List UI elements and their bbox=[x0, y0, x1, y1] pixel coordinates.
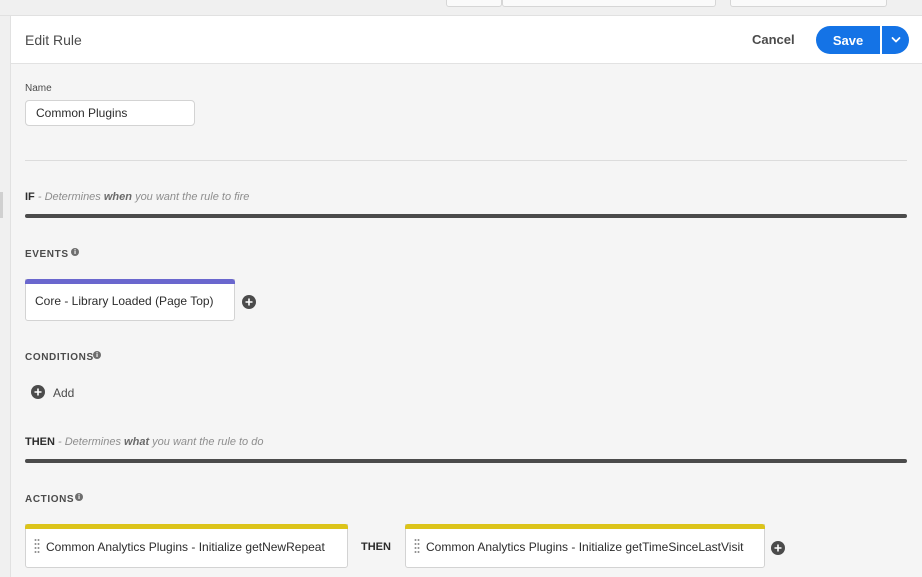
add-condition-button[interactable]: Add bbox=[53, 386, 74, 400]
action-card-1[interactable]: Common Analytics Plugins - Initialize ge… bbox=[25, 524, 348, 568]
if-desc-suffix: you want the rule to fire bbox=[135, 191, 250, 203]
then-desc-suffix: you want the rule to do bbox=[152, 436, 264, 448]
info-icon[interactable]: i bbox=[93, 351, 101, 359]
then-connector: THEN bbox=[361, 541, 391, 553]
top-field-3[interactable] bbox=[730, 0, 887, 7]
action-accent-bar bbox=[405, 524, 765, 529]
if-section-heading: IF - Determines when you want the rule t… bbox=[25, 191, 249, 203]
top-field-2[interactable] bbox=[502, 0, 716, 7]
add-condition-icon[interactable] bbox=[31, 385, 45, 399]
left-rail bbox=[0, 16, 11, 577]
events-heading: EVENTS bbox=[25, 249, 69, 260]
plus-circle-icon bbox=[34, 388, 42, 396]
save-button[interactable]: Save bbox=[816, 26, 880, 54]
name-label: Name bbox=[25, 83, 52, 94]
event-card[interactable]: Core - Library Loaded (Page Top) bbox=[25, 279, 235, 321]
if-keyword: IF bbox=[25, 191, 35, 203]
chevron-down-icon bbox=[891, 37, 900, 43]
divider bbox=[25, 160, 907, 161]
then-keyword: THEN bbox=[25, 436, 55, 448]
if-desc-prefix: - Determines bbox=[37, 191, 101, 203]
edit-rule-header: Edit Rule Cancel Save bbox=[11, 16, 922, 64]
cancel-button[interactable]: Cancel bbox=[752, 32, 795, 47]
page-title: Edit Rule bbox=[25, 32, 82, 48]
left-rail-marker bbox=[0, 192, 3, 218]
then-divider bbox=[25, 459, 907, 463]
plus-circle-icon bbox=[774, 544, 782, 552]
drag-handle-icon[interactable] bbox=[414, 538, 420, 554]
actions-heading: ACTIONS bbox=[25, 494, 75, 505]
info-icon[interactable]: i bbox=[71, 248, 79, 256]
then-desc-prefix: - Determines bbox=[58, 436, 121, 448]
action-accent-bar bbox=[25, 524, 348, 529]
info-icon[interactable]: i bbox=[75, 493, 83, 501]
add-action-icon[interactable] bbox=[771, 541, 785, 555]
plus-circle-icon bbox=[245, 298, 253, 306]
if-divider bbox=[25, 214, 907, 218]
event-accent-bar bbox=[25, 279, 235, 284]
then-desc-emphasis: what bbox=[124, 436, 150, 448]
top-field-1[interactable] bbox=[446, 0, 502, 7]
conditions-heading: CONDITIONS bbox=[25, 352, 94, 363]
then-section-heading: THEN - Determines what you want the rule… bbox=[25, 436, 263, 448]
add-event-icon[interactable] bbox=[242, 295, 256, 309]
save-dropdown-button[interactable] bbox=[882, 26, 909, 54]
action-label: Common Analytics Plugins - Initialize ge… bbox=[46, 540, 325, 554]
top-toolbar-strip bbox=[0, 0, 922, 16]
drag-handle-icon[interactable] bbox=[34, 538, 40, 554]
if-desc-emphasis: when bbox=[103, 191, 132, 203]
action-label: Common Analytics Plugins - Initialize ge… bbox=[426, 540, 744, 554]
event-label: Core - Library Loaded (Page Top) bbox=[35, 294, 214, 308]
action-card-2[interactable]: Common Analytics Plugins - Initialize ge… bbox=[405, 524, 765, 568]
rule-editor: Name IF - Determines when you want the r… bbox=[11, 64, 922, 577]
rule-name-input[interactable] bbox=[25, 100, 195, 126]
